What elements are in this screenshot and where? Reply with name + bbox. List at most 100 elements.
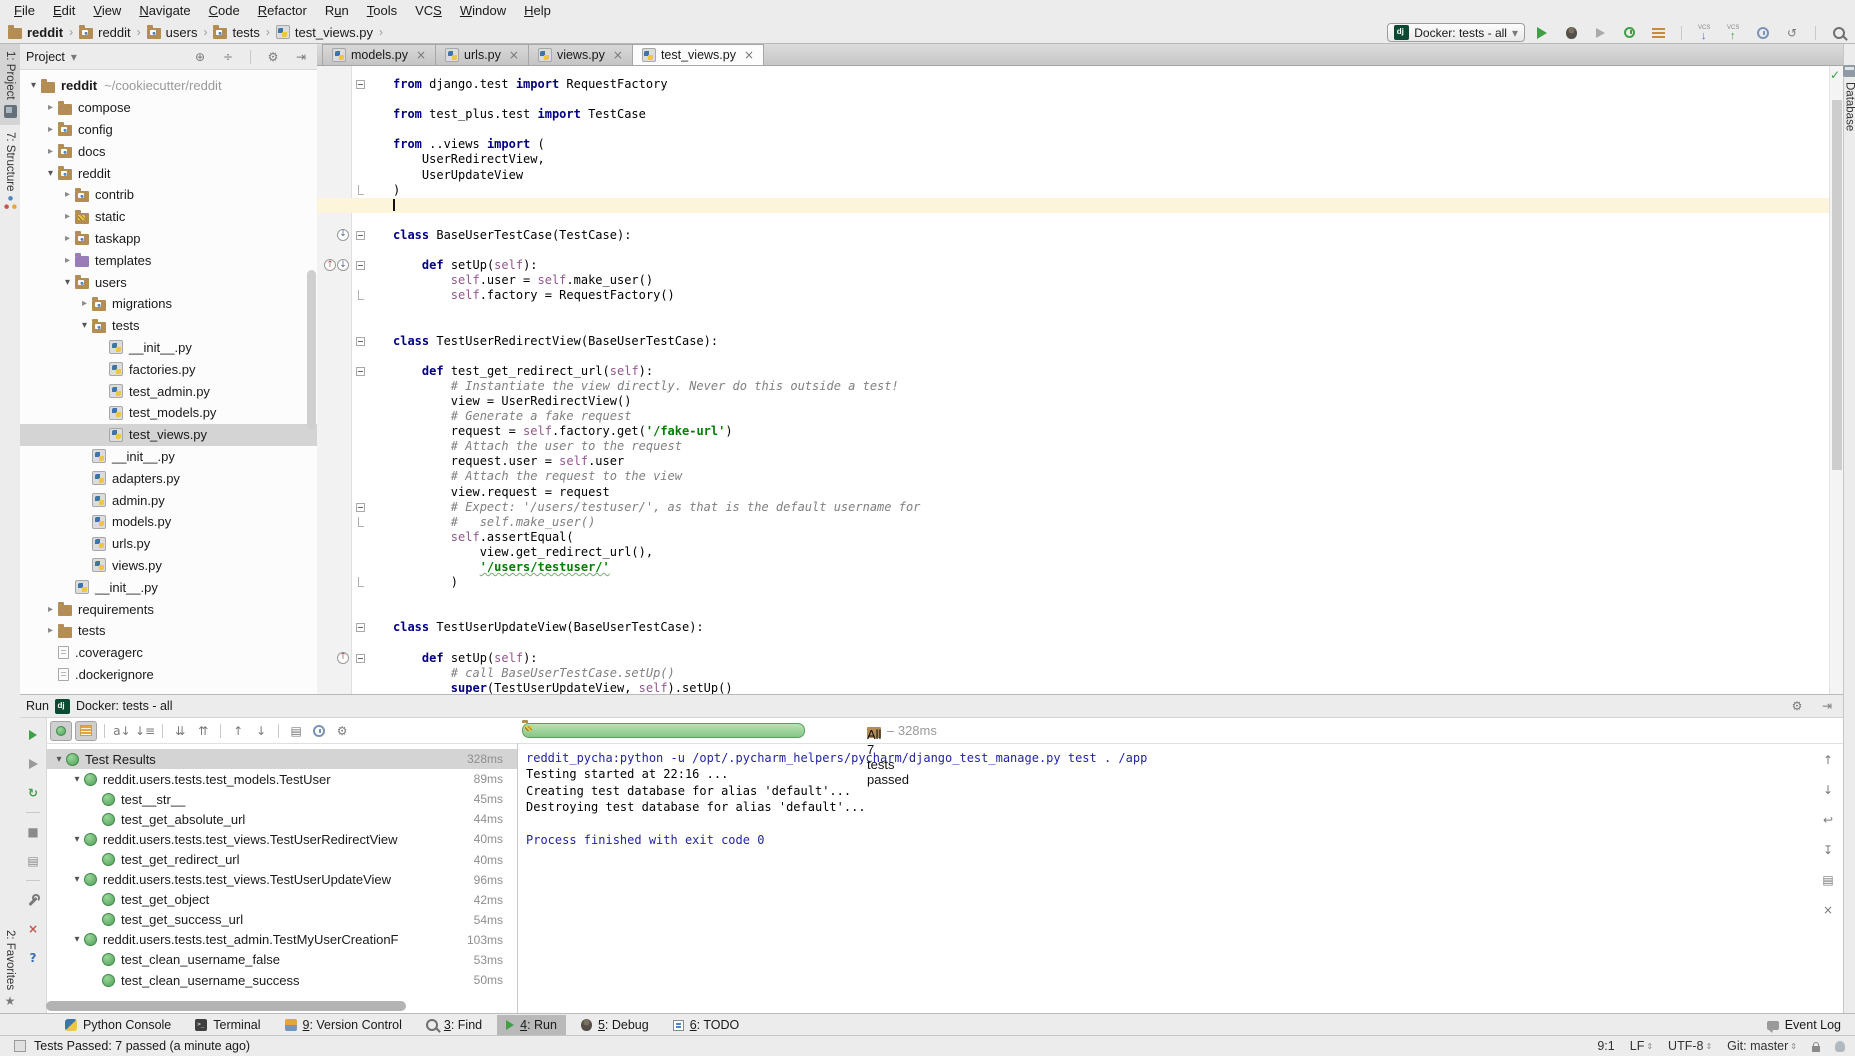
sort-alphabetically-button[interactable]: a↓ [112,721,132,741]
project-item-__init__.py[interactable]: __init__.py [20,446,317,468]
fold-collapse-icon[interactable] [356,654,365,663]
previous-failed-button[interactable]: ↑ [228,721,248,741]
close-icon[interactable]: × [416,48,426,62]
menu-file[interactable]: File [5,1,44,20]
project-item-static[interactable]: ▸static [20,206,317,228]
menu-edit[interactable]: Edit [44,1,84,20]
fold-collapse-icon[interactable] [356,80,365,89]
toolwindow-tab--debug[interactable]: 5: Debug [572,1015,658,1035]
test-item-test_get_absolute_url[interactable]: test_get_absolute_url44ms [46,809,517,829]
tool-tab-7-structure[interactable]: 7: Structure [0,125,22,216]
history-button[interactable] [309,721,329,741]
project-item-migrations[interactable]: ▸migrations [20,293,317,315]
git-branch-widget[interactable]: Git: master⇕ [1727,1039,1797,1053]
editor-scrollbar[interactable] [1829,66,1844,694]
expanded-arrow-icon[interactable]: ▾ [70,934,84,945]
run-button[interactable] [1532,23,1552,43]
collapsed-arrow-icon[interactable]: ▸ [60,233,75,244]
test-item-test_clean_username_success[interactable]: test_clean_username_success50ms [46,970,517,990]
caret-position-widget[interactable]: 9:1 [1597,1039,1614,1053]
vcs-update-button[interactable] [1695,23,1715,43]
settings-button[interactable]: ⚙ [332,721,352,741]
overrides-icon[interactable]: ↑ [324,259,336,271]
project-item-models.py[interactable]: models.py [20,511,317,533]
breadcrumb-reddit[interactable]: reddit [8,25,63,40]
menu-navigate[interactable]: Navigate [130,1,199,20]
test-item-reddit.users.tests.test_views.TestUserRedirectView[interactable]: ▾reddit.users.tests.test_views.TestUserR… [46,829,517,849]
expanded-arrow-icon[interactable]: ▾ [77,320,92,331]
breadcrumb-users[interactable]: users [147,25,198,40]
inspections-ok-icon[interactable]: ✓ [1830,68,1840,82]
profile-button[interactable] [1619,23,1639,43]
project-item-admin.py[interactable]: admin.py [20,489,317,511]
project-item-__init__.py[interactable]: __init__.py [20,337,317,359]
project-item-views.py[interactable]: views.py [20,555,317,577]
close-icon[interactable]: × [613,48,623,62]
test-item-test__str__[interactable]: test__str__45ms [46,789,517,809]
coverage-button[interactable] [1590,23,1610,43]
show-ignored-button[interactable] [75,721,97,741]
rerun-button[interactable] [23,725,43,745]
test-item-reddit.users.tests.test_models.TestUser[interactable]: ▾reddit.users.tests.test_models.TestUser… [46,769,517,789]
fold-collapse-icon[interactable] [356,623,365,632]
toolwindow-tab--version-control[interactable]: 9: Version Control [276,1015,411,1035]
print-button[interactable]: ▤ [1818,870,1838,890]
test-item-test_get_redirect_url[interactable]: test_get_redirect_url40ms [46,849,517,869]
collapsed-arrow-icon[interactable]: ▸ [60,255,75,266]
tool-tab-database[interactable]: Database [1843,58,1855,138]
editor-tab-urls.py[interactable]: urls.py× [435,44,529,65]
project-item-__init__.py[interactable]: __init__.py [20,576,317,598]
project-item-.dockerignore[interactable]: .dockerignore [20,664,317,686]
collapse-all-button[interactable]: ÷ [218,47,238,67]
help-button[interactable]: ? [23,948,43,968]
menu-vcs[interactable]: VCS [406,1,451,20]
collapsed-arrow-icon[interactable]: ▸ [60,211,75,222]
debug-button[interactable] [1561,23,1581,43]
scrollbar-thumb[interactable] [1832,100,1842,470]
project-item-test_models.py[interactable]: test_models.py [20,402,317,424]
tools-button[interactable] [23,890,43,910]
highlighting-level-icon[interactable] [1835,1041,1845,1052]
overrides-icon[interactable]: ↑ [337,652,349,664]
expanded-arrow-icon[interactable]: ▾ [43,168,58,179]
toolwindow-tab--todo[interactable]: 6: TODO [664,1015,749,1035]
test-item-test_clean_username_false[interactable]: test_clean_username_false53ms [46,950,517,970]
project-item-tests[interactable]: ▸tests [20,620,317,642]
open-results-button[interactable]: ▤ [23,851,43,871]
expanded-arrow-icon[interactable]: ▾ [60,277,75,288]
scrollbar-thumb[interactable] [46,1001,406,1011]
expand-all-button[interactable]: ⇊ [170,721,190,741]
test-item-reddit.users.tests.test_views.TestUserUpdateView[interactable]: ▾reddit.users.tests.test_views.TestUserU… [46,870,517,890]
toggle-auto-test-button[interactable]: ↻ [23,783,43,803]
collapsed-arrow-icon[interactable]: ▸ [43,124,58,135]
project-item-adapters.py[interactable]: adapters.py [20,467,317,489]
collapsed-arrow-icon[interactable]: ▸ [43,102,58,113]
project-item-reddit[interactable]: ▾reddit~/cookiecutter/reddit [20,75,317,97]
search-button[interactable] [1829,23,1849,43]
event-log-button[interactable]: Event Log [1785,1018,1841,1032]
tool-tab-2-favorites[interactable]: 2: Favorites★ [0,923,22,1014]
lock-icon[interactable] [1812,1046,1820,1052]
soft-wrap-button[interactable]: ↩ [1818,810,1838,830]
project-item-docs[interactable]: ▸docs [20,140,317,162]
menu-view[interactable]: View [84,1,130,20]
test-console-output[interactable]: reddit_pycha:python -u /opt/.pycharm_hel… [518,743,1813,1014]
expanded-arrow-icon[interactable]: ▾ [52,754,66,765]
menu-run[interactable]: Run [316,1,358,20]
collapse-all-button[interactable]: ⇈ [193,721,213,741]
to-bottom-button[interactable]: ↓ [1818,780,1838,800]
locate-button[interactable]: ⊕ [190,47,210,67]
fold-collapse-icon[interactable] [356,337,365,346]
menu-help[interactable]: Help [515,1,560,20]
close-icon[interactable]: × [744,48,754,62]
toolwindow-tab-terminal[interactable]: Terminal [186,1015,269,1035]
test-tree-hscrollbar[interactable] [46,1001,517,1011]
project-item-taskapp[interactable]: ▸taskapp [20,228,317,250]
fold-collapse-icon[interactable] [356,503,365,512]
run-configuration-select[interactable]: Docker: tests - all ▾ [1387,23,1525,42]
scroll-to-end-button[interactable]: ↧ [1818,840,1838,860]
close-button[interactable]: × [23,919,43,939]
toolwindow-tab--find[interactable]: 3: Find [417,1015,491,1035]
code-editor[interactable]: from django.test import RequestFactoryfr… [317,66,1829,694]
collapsed-arrow-icon[interactable]: ▸ [43,146,58,157]
